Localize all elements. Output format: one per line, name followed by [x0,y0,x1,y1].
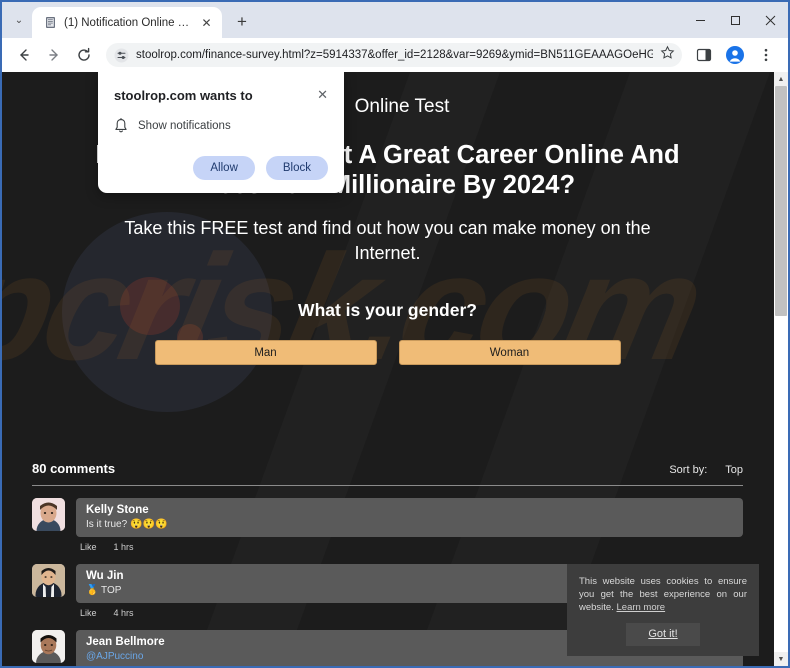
avatar [32,630,65,663]
answer-button-woman[interactable]: Woman [398,340,621,365]
comment-author: Kelly Stone [86,504,149,516]
comments-sort[interactable]: Sort by: Top [669,464,743,476]
bookmark-star-icon[interactable] [660,45,676,65]
page-viewport: pcrisk.com Online Test Do You Want To St… [2,72,788,666]
comment-body: Kelly Stone Is it true? 😲😲😲 Like 1 hrs [76,498,743,552]
new-tab-button[interactable]: + [228,8,256,36]
site-settings-icon[interactable] [114,48,129,63]
survey-choices: Man Woman [2,340,773,365]
comment-timestamp: 1 hrs [113,542,134,552]
site-title: Online Test [354,96,450,117]
sort-by-label: Sort by: [669,464,708,476]
page-scrollbar[interactable]: ▲ ▼ [773,72,788,666]
bell-icon [114,118,128,134]
comment-meta: Like 1 hrs [76,537,743,552]
permission-request-row: Show notifications [114,118,328,134]
comment-bubble: Kelly Stone Is it true? 😲😲😲 [76,498,743,537]
permission-title: stoolrop.com wants to [114,88,253,103]
answer-button-man[interactable]: Man [154,340,377,365]
browser-tab[interactable]: (1) Notification Online Test ✕ [32,7,222,38]
page-subheadline: Take this FREE test and find out how you… [124,218,651,263]
profile-avatar-icon[interactable] [721,41,749,69]
comment-timestamp: 4 hrs [113,608,134,618]
scroll-down-icon[interactable]: ▼ [774,652,788,666]
browser-toolbar: stoolrop.com/finance-survey.html?z=59143… [2,38,788,72]
notification-permission-popup: stoolrop.com wants to ✕ Show notificatio… [98,72,344,193]
block-button[interactable]: Block [265,156,328,180]
reload-icon[interactable] [70,41,98,69]
scrollbar-track[interactable] [774,86,788,652]
sort-by-value[interactable]: Top [725,464,743,476]
document-favicon [43,16,57,30]
comment-text: Is it true? [86,519,128,530]
like-button[interactable]: Like [80,542,97,552]
tab-search-caret-icon[interactable]: ⌄ [6,2,32,38]
scrollbar-thumb[interactable] [775,86,787,316]
cookie-actions: Got it! [579,623,747,646]
allow-button[interactable]: Allow [193,156,255,180]
comments-header: 80 comments Sort by: Top [32,461,743,486]
permission-actions: Allow Block [114,156,328,180]
comments-count: 80 comments [32,461,116,476]
close-icon[interactable]: ✕ [199,15,214,30]
comment-item: Kelly Stone Is it true? 😲😲😲 Like 1 hrs [32,498,743,552]
scroll-up-icon[interactable]: ▲ [774,72,788,86]
comment-text-row: Is it true? 😲😲😲 [86,519,733,530]
survey-question: What is your gender? [298,300,477,320]
close-window-icon[interactable] [753,2,788,38]
tab-title: (1) Notification Online Test [64,16,192,29]
cookie-consent-banner: This website uses cookies to ensure you … [567,564,759,656]
side-panel-icon[interactable] [690,41,718,69]
cookie-accept-button[interactable]: Got it! [626,623,700,646]
browser-window: ⌄ (1) Notification Online Test ✕ + stool… [0,0,790,668]
back-icon[interactable] [10,41,38,69]
minimize-icon[interactable] [683,2,718,38]
permission-label: Show notifications [138,120,231,132]
forward-icon[interactable] [40,41,68,69]
window-controls [683,2,788,38]
maximize-icon[interactable] [718,2,753,38]
comment-emojis: 😲😲😲 [130,518,168,530]
permission-header: stoolrop.com wants to ✕ [114,88,328,103]
url-text: stoolrop.com/finance-survey.html?z=59143… [136,49,653,61]
avatar [32,498,65,531]
browser-menu-icon[interactable] [752,41,780,69]
toolbar-actions [690,41,780,69]
comment-text: 🥇 TOP [86,585,122,596]
tab-strip: ⌄ (1) Notification Online Test ✕ + [2,2,788,38]
close-icon[interactable]: ✕ [317,88,328,101]
cookie-learn-more-link[interactable]: Learn more [617,601,666,614]
avatar [32,564,65,597]
address-bar[interactable]: stoolrop.com/finance-survey.html?z=59143… [106,43,682,67]
like-button[interactable]: Like [80,608,97,618]
